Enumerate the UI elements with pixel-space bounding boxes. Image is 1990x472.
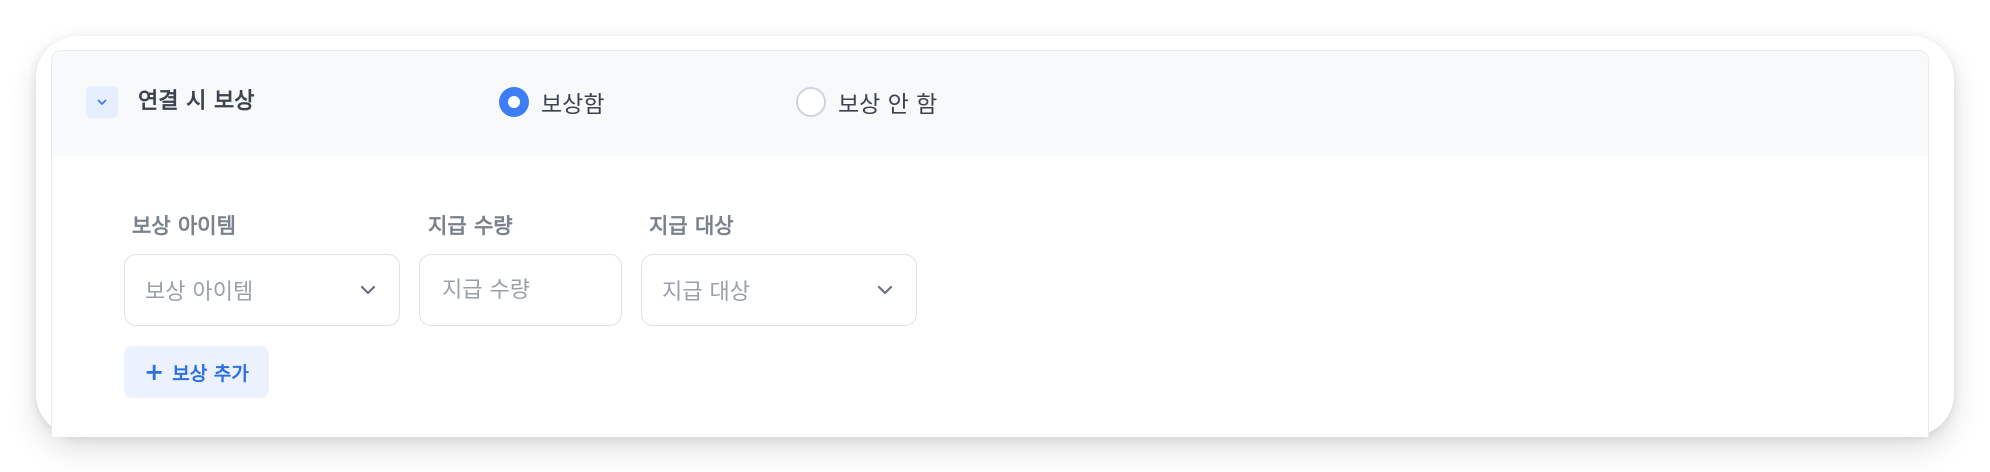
radio-selected-indicator bbox=[499, 87, 529, 117]
reward-item-select[interactable]: 보상 아이템 bbox=[124, 254, 400, 326]
chevron-down-icon bbox=[97, 99, 107, 105]
collapse-toggle-button[interactable] bbox=[86, 86, 118, 118]
add-reward-button[interactable]: + 보상 추가 bbox=[124, 346, 269, 398]
target-placeholder: 지급 대상 bbox=[662, 280, 750, 305]
quantity-field[interactable] bbox=[419, 254, 622, 326]
quantity-input[interactable] bbox=[442, 277, 601, 303]
add-reward-label: 보상 추가 bbox=[172, 362, 249, 385]
radio-unselected-indicator bbox=[796, 87, 826, 117]
quantity-label: 지급 수량 bbox=[428, 214, 513, 238]
section-header: 연결 시 보상 보상함 보상 안 함 bbox=[52, 51, 1928, 156]
reward-item-label: 보상 아이템 bbox=[132, 214, 236, 238]
radio-label-reward-on: 보상함 bbox=[541, 92, 605, 118]
chevron-down-icon bbox=[357, 279, 379, 301]
reward-card: 연결 시 보상 보상함 보상 안 함 보상 아이템 지급 수량 지급 대상 보상… bbox=[36, 36, 1954, 437]
reward-section-panel: 연결 시 보상 보상함 보상 안 함 보상 아이템 지급 수량 지급 대상 보상… bbox=[51, 50, 1929, 437]
plus-icon: + bbox=[144, 358, 165, 386]
radio-reward-on[interactable]: 보상함 bbox=[499, 85, 604, 119]
radio-reward-off[interactable]: 보상 안 함 bbox=[796, 85, 937, 119]
target-select[interactable]: 지급 대상 bbox=[641, 254, 917, 326]
target-label: 지급 대상 bbox=[649, 214, 734, 238]
chevron-down-icon bbox=[874, 279, 896, 301]
radio-label-reward-off: 보상 안 함 bbox=[838, 92, 938, 118]
section-title: 연결 시 보상 bbox=[138, 89, 255, 114]
reward-item-placeholder: 보상 아이템 bbox=[145, 280, 254, 305]
